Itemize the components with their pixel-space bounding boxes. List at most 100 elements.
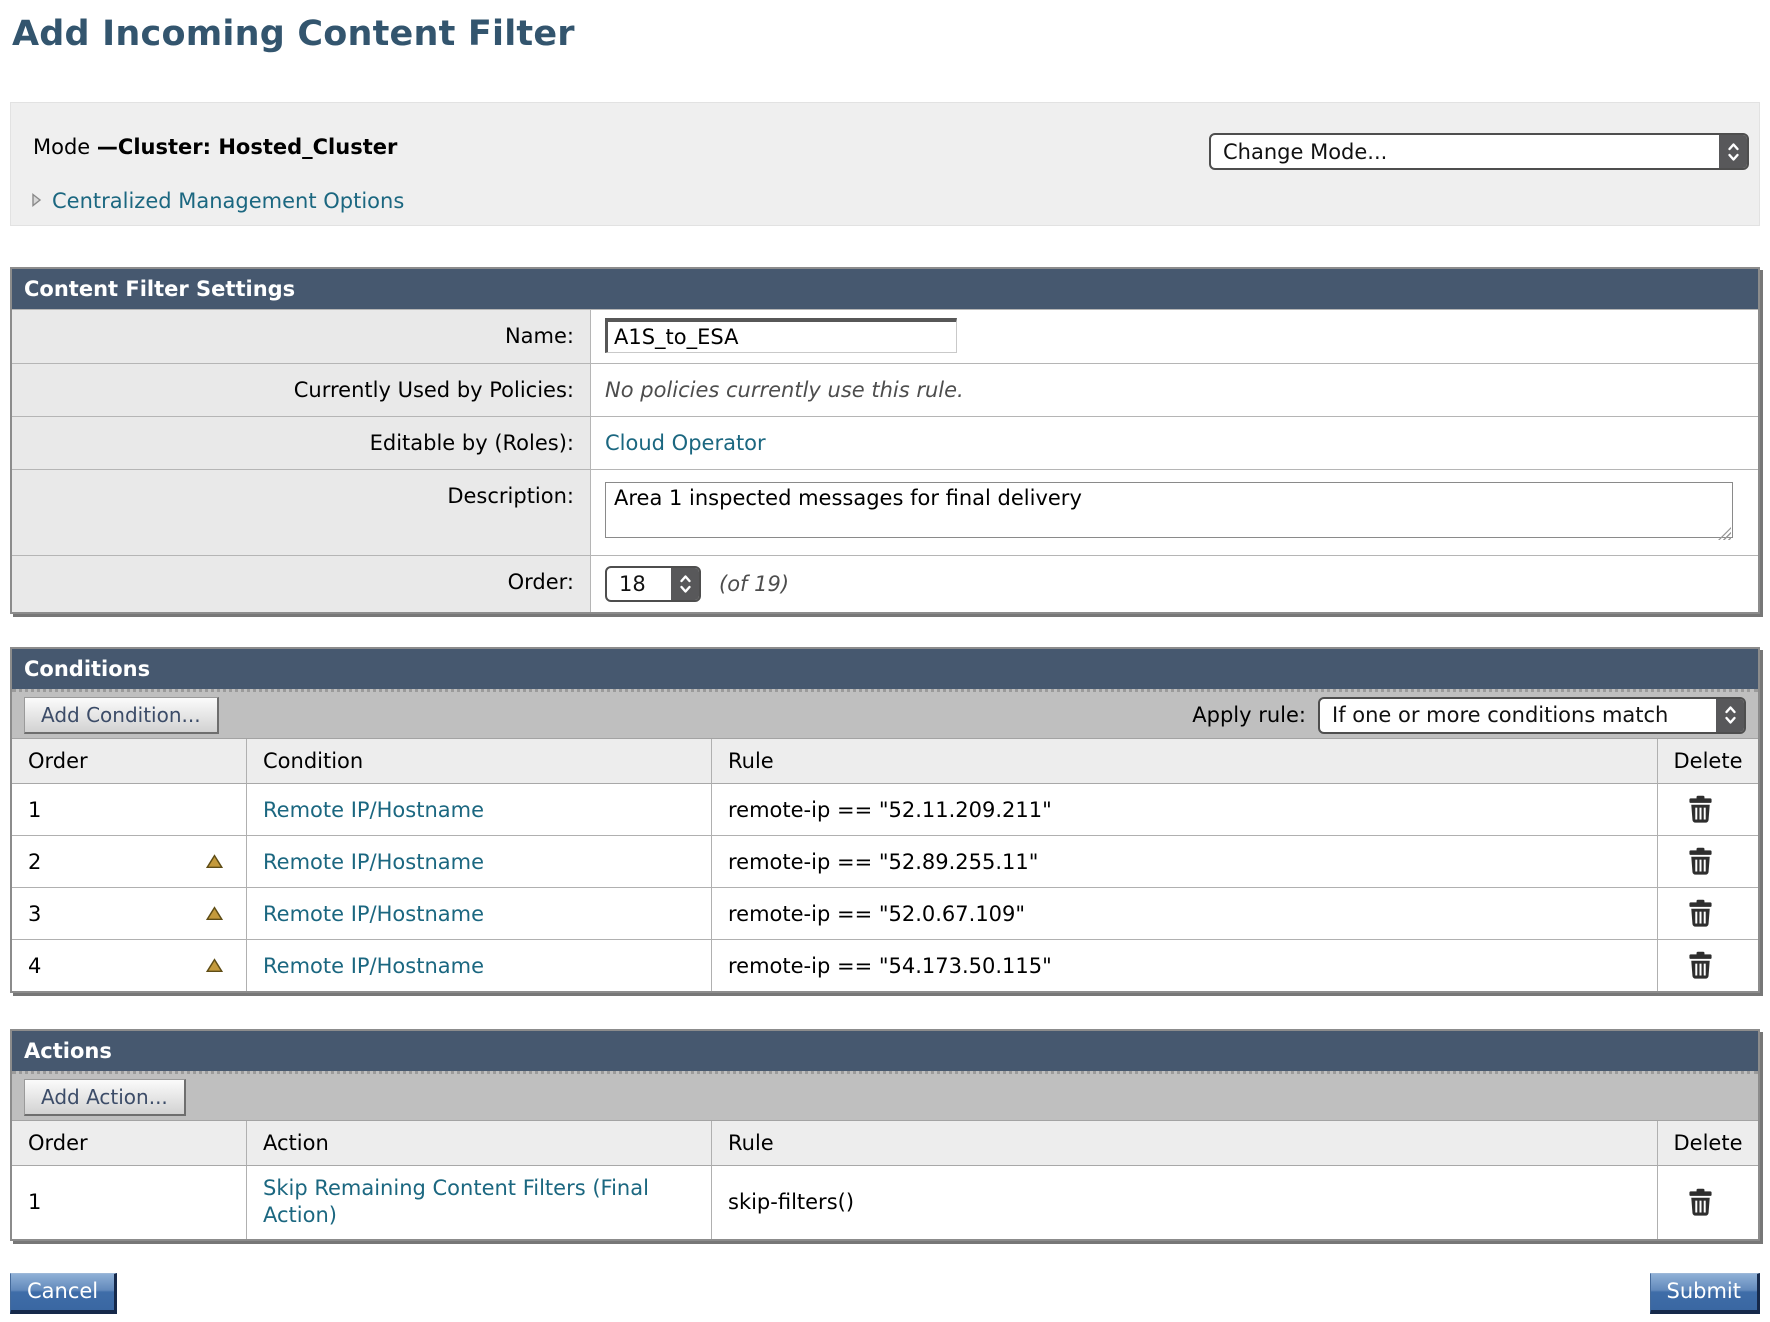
table-row-order: 1 — [12, 1166, 247, 1239]
settings-row-name: Name: — [12, 309, 1758, 363]
move-up-icon — [206, 906, 223, 921]
move-up-button[interactable] — [206, 958, 224, 973]
actions-table: Order Action Rule Delete 1 Skip Remainin… — [12, 1121, 1758, 1239]
condition-order: 1 — [28, 798, 41, 822]
column-header-condition: Condition — [247, 739, 712, 784]
roles-link[interactable]: Cloud Operator — [605, 431, 766, 455]
condition-link[interactable]: Remote IP/Hostname — [263, 902, 484, 926]
trash-icon — [1687, 899, 1714, 928]
settings-row-description: Description: Area 1 inspected messages f… — [12, 469, 1758, 555]
name-label: Name: — [12, 310, 591, 363]
mode-panel: Mode —Cluster: Hosted_Cluster Change Mod… — [10, 102, 1760, 226]
table-row-condition: Remote IP/Hostname — [247, 940, 712, 991]
table-row-condition: Remote IP/Hostname — [247, 836, 712, 888]
trash-icon — [1687, 795, 1714, 824]
column-header-rule: Rule — [712, 739, 1658, 784]
table-row-rule: skip-filters() — [712, 1166, 1658, 1239]
page-title: Add Incoming Content Filter — [12, 14, 1760, 54]
table-row-rule: remote-ip == "52.11.209.211" — [712, 784, 1658, 836]
column-header-delete: Delete — [1658, 739, 1758, 784]
settings-row-order: Order: 18 (of 19) — [12, 555, 1758, 612]
order-label: Order: — [12, 556, 591, 612]
add-action-button[interactable]: Add Action... — [24, 1079, 186, 1116]
condition-link[interactable]: Remote IP/Hostname — [263, 798, 484, 822]
name-input[interactable] — [605, 318, 957, 353]
apply-rule-selected-value: If one or more conditions match — [1320, 699, 1716, 732]
add-condition-button[interactable]: Add Condition... — [24, 697, 219, 734]
content-filter-settings-section: Content Filter Settings Name: Currently … — [10, 267, 1760, 614]
disclosure-triangle-icon — [31, 189, 42, 213]
actions-header: Actions — [12, 1031, 1758, 1071]
condition-order: 2 — [28, 850, 41, 874]
apply-rule-select[interactable]: If one or more conditions match — [1318, 697, 1746, 734]
table-row-rule: remote-ip == "52.89.255.11" — [712, 836, 1658, 888]
move-up-icon — [206, 854, 223, 869]
column-header-rule: Rule — [712, 1121, 1658, 1166]
table-row-order: 4 — [12, 940, 247, 991]
table-row-condition: Remote IP/Hostname — [247, 784, 712, 836]
footer-buttons: Cancel Submit — [10, 1273, 1760, 1314]
table-row-delete — [1658, 836, 1758, 888]
delete-action-button[interactable] — [1685, 1186, 1716, 1219]
conditions-toolbar: Add Condition... Apply rule: If one or m… — [12, 689, 1758, 739]
stepper-chevrons-icon — [1716, 699, 1744, 732]
table-row-delete — [1658, 1166, 1758, 1239]
centralized-management-options-link: Centralized Management Options — [52, 189, 404, 213]
conditions-table: Order Condition Rule Delete 1 Remote IP/… — [12, 739, 1758, 991]
actions-section: Actions Add Action... Order Action Rule … — [10, 1029, 1760, 1241]
conditions-section: Conditions Add Condition... Apply rule: … — [10, 647, 1760, 993]
policies-label: Currently Used by Policies: — [12, 364, 591, 416]
delete-condition-button[interactable] — [1685, 845, 1716, 878]
trash-icon — [1687, 951, 1714, 980]
delete-condition-button[interactable] — [1685, 793, 1716, 826]
description-label: Description: — [12, 470, 591, 555]
table-row-action: Skip Remaining Content Filters (Final Ac… — [247, 1166, 712, 1239]
stepper-chevrons-icon — [671, 568, 699, 600]
table-row-order: 2 — [12, 836, 247, 888]
move-up-icon — [206, 958, 223, 973]
trash-icon — [1687, 1188, 1714, 1217]
page: Add Incoming Content Filter Mode —Cluste… — [0, 14, 1770, 1322]
order-total-note: (of 19) — [719, 572, 789, 596]
roles-label: Editable by (Roles): — [12, 417, 591, 469]
submit-button[interactable]: Submit — [1650, 1273, 1761, 1314]
order-selected-value: 18 — [607, 568, 671, 600]
conditions-header: Conditions — [12, 649, 1758, 689]
table-row-rule: remote-ip == "52.0.67.109" — [712, 888, 1658, 940]
settings-row-roles: Editable by (Roles): Cloud Operator — [12, 416, 1758, 469]
condition-link[interactable]: Remote IP/Hostname — [263, 850, 484, 874]
table-row-delete — [1658, 784, 1758, 836]
column-header-action: Action — [247, 1121, 712, 1166]
order-select[interactable]: 18 — [605, 566, 701, 602]
column-header-order: Order — [12, 739, 247, 784]
action-link[interactable]: Skip Remaining Content Filters (Final Ac… — [263, 1175, 673, 1230]
action-order: 1 — [28, 1190, 41, 1214]
condition-order: 4 — [28, 954, 41, 978]
column-header-delete: Delete — [1658, 1121, 1758, 1166]
actions-toolbar: Add Action... — [12, 1071, 1758, 1121]
mode-label: Mode — [33, 135, 97, 159]
stepper-chevrons-icon — [1719, 135, 1747, 168]
table-row-delete — [1658, 940, 1758, 991]
delete-condition-button[interactable] — [1685, 949, 1716, 982]
change-mode-select[interactable]: Change Mode... — [1209, 133, 1749, 170]
content-filter-settings-header: Content Filter Settings — [12, 269, 1758, 309]
table-row-rule: remote-ip == "54.173.50.115" — [712, 940, 1658, 991]
description-textarea[interactable]: Area 1 inspected messages for final deli… — [605, 482, 1733, 538]
cancel-button[interactable]: Cancel — [10, 1273, 117, 1314]
centralized-management-options[interactable]: Centralized Management Options — [31, 189, 404, 213]
condition-order: 3 — [28, 902, 41, 926]
settings-row-policies: Currently Used by Policies: No policies … — [12, 363, 1758, 416]
move-up-button[interactable] — [206, 854, 224, 869]
table-row-condition: Remote IP/Hostname — [247, 888, 712, 940]
table-row-order: 1 — [12, 784, 247, 836]
mode-line: Mode —Cluster: Hosted_Cluster — [33, 135, 397, 159]
column-header-order: Order — [12, 1121, 247, 1166]
policies-value: No policies currently use this rule. — [605, 378, 964, 402]
delete-condition-button[interactable] — [1685, 897, 1716, 930]
apply-rule-label: Apply rule: — [1192, 703, 1306, 727]
change-mode-selected-value: Change Mode... — [1211, 135, 1719, 168]
condition-link[interactable]: Remote IP/Hostname — [263, 954, 484, 978]
move-up-button[interactable] — [206, 906, 224, 921]
trash-icon — [1687, 847, 1714, 876]
